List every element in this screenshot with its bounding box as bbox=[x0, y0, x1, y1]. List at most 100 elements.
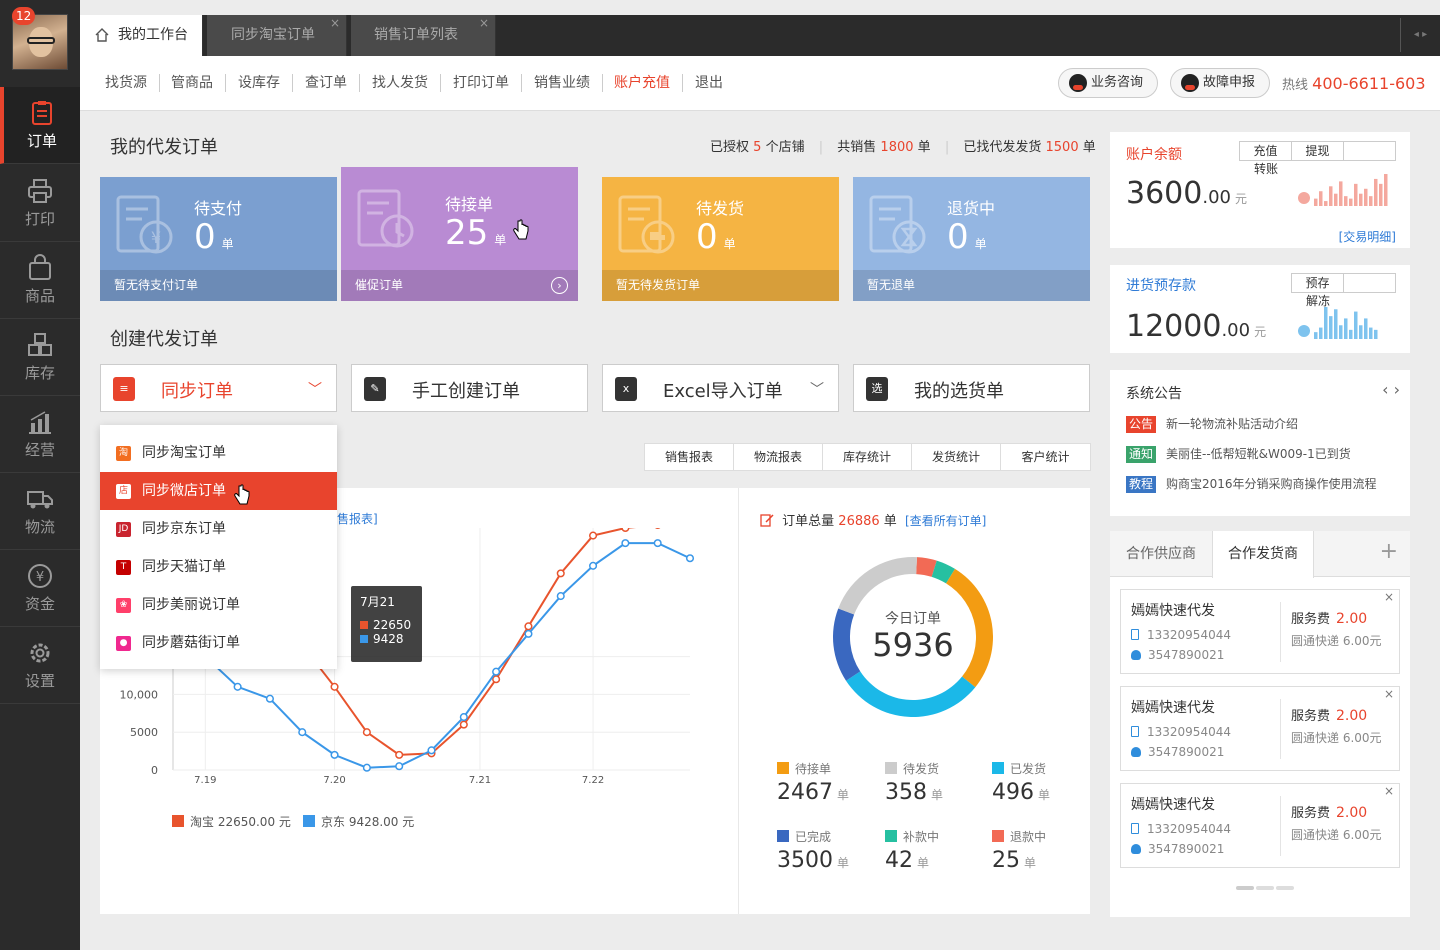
card-count: 25 单 bbox=[445, 213, 507, 253]
dropdown-item[interactable]: T 同步天猫订单 bbox=[100, 548, 337, 586]
platform-icon: JD bbox=[116, 522, 131, 537]
order-status-item: 已完成 3500 单 bbox=[777, 830, 850, 873]
partner-phone: 13320954044 bbox=[1131, 822, 1231, 836]
notification-badge[interactable]: 12 bbox=[12, 7, 36, 25]
menu-manage-goods[interactable]: 管商品 bbox=[171, 74, 226, 92]
sidebar-item-print[interactable]: 打印 bbox=[0, 165, 80, 242]
pagination-dots[interactable] bbox=[1236, 879, 1296, 894]
menu-logout[interactable]: 退出 bbox=[695, 74, 735, 92]
transaction-details-link[interactable]: [交易明细] bbox=[1339, 228, 1396, 245]
deposit-button[interactable]: 预存 bbox=[1292, 274, 1344, 292]
x-tick-label: 7.20 bbox=[323, 775, 345, 786]
partner-card[interactable]: 嫣嫣快速代发 13320954044 3547890021 服务费 2.00 圆通… bbox=[1120, 589, 1400, 674]
account-balance: 3600.00 元 bbox=[1126, 176, 1248, 211]
tab-workbench[interactable]: 我的工作台 bbox=[80, 15, 203, 56]
close-icon[interactable]: × bbox=[330, 3, 340, 44]
notice-item[interactable]: 教程 购商宝2016年分销采购商操作使用流程 bbox=[1126, 475, 1377, 493]
partner-card[interactable]: 嫣嫣快速代发 13320954044 3547890021 服务费 2.00 圆通… bbox=[1120, 686, 1400, 771]
sync-orders-dropdown[interactable]: ≡ 同步订单 ﹀ bbox=[100, 364, 337, 412]
mini-bar bbox=[1339, 325, 1343, 339]
manual-create-button[interactable]: ✎ 手工创建订单 bbox=[351, 364, 588, 412]
menu-sales-performance[interactable]: 销售业绩 bbox=[534, 74, 603, 92]
recharge-button[interactable]: 充值 bbox=[1240, 142, 1292, 160]
sidebar-item-orders[interactable]: 订单 bbox=[0, 87, 80, 164]
notice-item[interactable]: 通知 美丽佳--低帮短靴&W009-1已到货 bbox=[1126, 445, 1351, 463]
close-icon[interactable]: × bbox=[1384, 687, 1394, 701]
order-status-item: 待接单 2467 单 bbox=[777, 762, 850, 805]
tab-suppliers[interactable]: 合作供应商 bbox=[1110, 531, 1212, 577]
card-caption: 待接单 bbox=[445, 195, 494, 214]
notice-nav-arrows[interactable]: ‹ › bbox=[1382, 380, 1400, 399]
close-icon[interactable]: × bbox=[479, 3, 489, 44]
tab-logistics-report[interactable]: 物流报表 bbox=[734, 444, 823, 470]
donut-center-value: 5936 bbox=[872, 626, 954, 664]
sidebar-item-funds[interactable]: ¥ 资金 bbox=[0, 550, 80, 627]
tab-scroll-arrows[interactable]: ◂ ▸ bbox=[1400, 18, 1440, 52]
hotline-number: 400-6611-603 bbox=[1312, 74, 1426, 93]
order-status-item: 补款中 42 单 bbox=[885, 830, 940, 873]
tab-shipping-stats[interactable]: 发货统计 bbox=[912, 444, 1001, 470]
clipboard-icon bbox=[32, 101, 52, 125]
menu-print-orders[interactable]: 打印订单 bbox=[453, 74, 522, 92]
bar-chart-icon bbox=[29, 411, 51, 434]
mini-bar bbox=[1329, 316, 1333, 339]
transfer-button[interactable]: 转账 bbox=[1240, 160, 1292, 178]
dropdown-label: 同步京东订单 bbox=[142, 521, 226, 537]
dropdown-item[interactable]: 淘同步淘宝订单 bbox=[100, 434, 337, 472]
dropdown-item[interactable]: ❀ 同步美丽说订单 bbox=[100, 586, 337, 624]
order-status-item: 已发货 496 单 bbox=[992, 762, 1051, 805]
sidebar-item-logistics[interactable]: 物流 bbox=[0, 473, 80, 550]
sales-report-link[interactable]: 售报表] bbox=[337, 510, 378, 527]
excel-import-dropdown[interactable]: x Excel导入订单 ﹀ bbox=[602, 364, 839, 412]
create-label: 我的选货单 bbox=[914, 381, 1004, 402]
x-tick-label: 7.22 bbox=[582, 775, 604, 786]
order-status-item: 退款中 25 单 bbox=[992, 830, 1047, 873]
report-button[interactable]: 故障申报 bbox=[1170, 68, 1270, 98]
close-icon[interactable]: × bbox=[1384, 590, 1394, 604]
qq-icon bbox=[1069, 74, 1087, 92]
menu-find-shipper[interactable]: 找人发货 bbox=[372, 74, 441, 92]
card-pending-accept[interactable]: 待接单 25 单 催促订单 › bbox=[341, 167, 578, 301]
tab-customer-stats[interactable]: 客户统计 bbox=[1001, 444, 1090, 470]
tab-label: 我的工作台 bbox=[118, 27, 188, 43]
mini-bar bbox=[1314, 332, 1318, 339]
notice-item[interactable]: 公告 新一轮物流补贴活动介绍 bbox=[1126, 415, 1298, 433]
tab-sync-taobao[interactable]: 同步淘宝订单 × bbox=[207, 15, 347, 56]
card-caption: 待支付 bbox=[194, 199, 243, 218]
arrow-right-icon[interactable]: › bbox=[551, 277, 568, 294]
menu-set-stock[interactable]: 设库存 bbox=[238, 74, 293, 92]
donut-slice-已发货 bbox=[846, 671, 976, 717]
report-tabs: 销售报表 物流报表 库存统计 发货统计 客户统计 bbox=[644, 443, 1091, 471]
express-fee: 圆通快递 6.00元 bbox=[1291, 828, 1382, 842]
legend-jd: 京东 9428.00 元 bbox=[303, 813, 414, 830]
card-pending-payment[interactable]: ¥ 待支付 0单 暂无待支付订单 bbox=[100, 177, 337, 301]
tab-stock-stats[interactable]: 库存统计 bbox=[823, 444, 912, 470]
menu-recharge[interactable]: 账户充值 bbox=[614, 74, 683, 92]
sidebar-item-goods[interactable]: 商品 bbox=[0, 242, 80, 319]
sidebar-item-stock[interactable]: 库存 bbox=[0, 319, 80, 396]
dropdown-item[interactable]: 店同步微店订单 bbox=[100, 472, 337, 510]
card-returning[interactable]: 退货中 0单 暂无退单 bbox=[853, 177, 1090, 301]
menu-find-source[interactable]: 找货源 bbox=[105, 74, 160, 92]
stock-deposit-box: 进货预存款 预存 解冻 12000.00 元 bbox=[1110, 265, 1410, 353]
dropdown-item[interactable]: ● 同步蘑菇街订单 bbox=[100, 624, 337, 662]
edit-order-icon bbox=[760, 514, 774, 527]
dropdown-item[interactable]: JD 同步京东订单 bbox=[100, 510, 337, 548]
sidebar-item-settings[interactable]: 设置 bbox=[0, 627, 80, 704]
sidebar-item-business[interactable]: 经营 bbox=[0, 396, 80, 473]
mini-bar bbox=[1379, 183, 1383, 206]
add-partner-button[interactable]: + bbox=[1380, 539, 1398, 564]
tab-sales-orders[interactable]: 销售订单列表 × bbox=[351, 15, 496, 56]
close-icon[interactable]: × bbox=[1384, 784, 1394, 798]
withdraw-button[interactable]: 提现 bbox=[1292, 142, 1344, 160]
my-picklist-button[interactable]: 选 我的选货单 bbox=[853, 364, 1090, 412]
consult-button[interactable]: 业务咨询 bbox=[1058, 68, 1158, 98]
card-footer: 暂无待支付订单 bbox=[100, 270, 337, 301]
view-all-orders-link[interactable]: [查看所有订单] bbox=[905, 514, 986, 528]
menu-check-orders[interactable]: 查订单 bbox=[305, 74, 360, 92]
tab-sales-report[interactable]: 销售报表 bbox=[645, 444, 734, 470]
order-status-item: 待发货 358 单 bbox=[885, 762, 944, 805]
partner-card[interactable]: 嫣嫣快速代发 13320954044 3547890021 服务费 2.00 圆通… bbox=[1120, 783, 1400, 868]
tab-shippers[interactable]: 合作发货商 bbox=[1212, 531, 1314, 578]
card-pending-ship[interactable]: 待发货 0单 暂无待发货订单 bbox=[602, 177, 839, 301]
